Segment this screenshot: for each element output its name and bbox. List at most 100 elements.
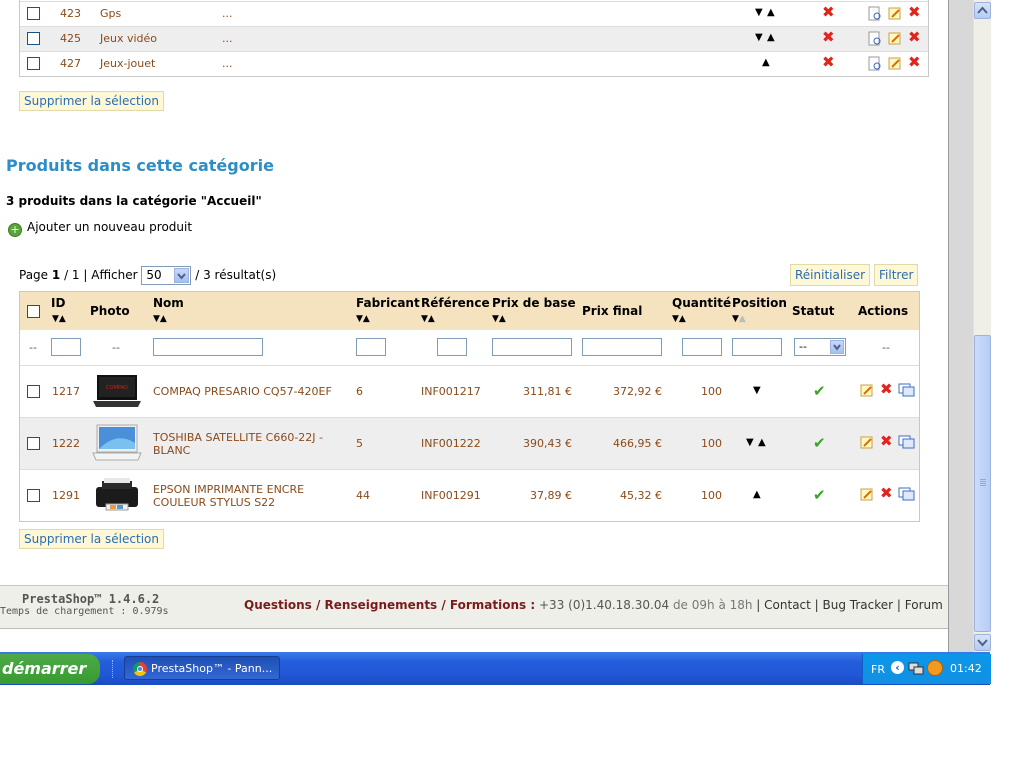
sort-icon[interactable]: ▼▲: [52, 314, 66, 324]
chevron-left-icon[interactable]: ‹: [891, 661, 904, 674]
table-row: 1291 EPSON IMPRIMANTE ENCRE COULEUR STYL…: [20, 470, 919, 521]
sort-icon[interactable]: ▼▲: [356, 314, 370, 324]
filter-quantity-input[interactable]: [682, 338, 722, 356]
language-indicator[interactable]: FR: [871, 663, 885, 676]
edit-icon[interactable]: [888, 31, 902, 46]
col-base-price: Prix de base: [492, 296, 576, 310]
delete-selection-button[interactable]: Supprimer la sélection: [19, 91, 164, 111]
scrollbar-thumb[interactable]: [974, 335, 991, 632]
move-up-icon[interactable]: ▲: [762, 57, 770, 68]
view-icon[interactable]: [868, 31, 882, 46]
row-checkbox[interactable]: [27, 437, 40, 450]
col-id: ID: [51, 296, 66, 310]
status-disabled-icon[interactable]: ✖: [822, 55, 835, 70]
select-all-checkbox[interactable]: [27, 305, 40, 318]
status-disabled-icon[interactable]: ✖: [822, 30, 835, 45]
edit-icon[interactable]: [888, 6, 902, 21]
view-icon[interactable]: [868, 56, 882, 71]
product-quantity: 100: [701, 437, 722, 450]
duplicate-icon[interactable]: [898, 435, 915, 450]
duplicate-icon[interactable]: [898, 487, 915, 502]
taskbar: démarrer PrestaShop™ - Pann... FR ‹ 01:4…: [0, 652, 991, 685]
sort-icon[interactable]: ▼▲: [492, 314, 506, 324]
duplicate-icon[interactable]: [898, 383, 915, 398]
contact-link[interactable]: Contact: [764, 598, 811, 612]
per-page-select[interactable]: 50: [141, 266, 192, 285]
edit-icon[interactable]: [860, 435, 874, 450]
filter-name-input[interactable]: [153, 338, 263, 356]
filter-manufacturer-input[interactable]: [356, 338, 386, 356]
category-desc: ...: [222, 7, 233, 20]
row-checkbox[interactable]: [27, 32, 40, 45]
scroll-down-button[interactable]: [974, 634, 991, 651]
category-id: 425: [60, 32, 81, 45]
category-desc: ...: [222, 57, 233, 70]
filter-placeholder: --: [29, 341, 37, 354]
sort-icon[interactable]: ▼▲: [421, 314, 435, 324]
delete-icon[interactable]: ✖: [880, 382, 893, 397]
footer-questions: Questions / Renseignements / Formations …: [244, 598, 536, 612]
scroll-up-button[interactable]: [974, 2, 991, 19]
table-row: 1217 COMPAQ COMPAQ PRESARIO CQ57-420EF 6…: [20, 366, 919, 418]
filter-reference-input[interactable]: [437, 338, 467, 356]
status-disabled-icon[interactable]: ✖: [822, 5, 835, 20]
network-icon[interactable]: [908, 660, 926, 676]
col-actions: Actions: [858, 304, 909, 318]
move-down-icon[interactable]: ▼: [746, 437, 754, 448]
move-up-icon[interactable]: ▲: [767, 32, 775, 43]
filter-placeholder: --: [882, 341, 890, 354]
row-checkbox[interactable]: [27, 57, 40, 70]
col-quantity: Quantité: [672, 296, 732, 310]
edit-icon[interactable]: [860, 487, 874, 502]
status-enabled-icon[interactable]: ✔: [813, 486, 826, 504]
move-up-icon[interactable]: ▲: [753, 489, 761, 500]
section-title: Produits dans cette catégorie: [6, 156, 274, 175]
status-enabled-icon[interactable]: ✔: [813, 434, 826, 452]
row-checkbox[interactable]: [27, 489, 40, 502]
filter-status-select[interactable]: --: [794, 338, 846, 356]
filter-row: -- -- -- --: [20, 330, 919, 366]
row-checkbox[interactable]: [27, 385, 40, 398]
sort-icon[interactable]: ▼▲: [153, 314, 167, 324]
product-base-price: 390,43 €: [523, 437, 572, 450]
delete-icon[interactable]: ✖: [908, 30, 921, 45]
forum-link[interactable]: Forum: [905, 598, 943, 612]
reset-button[interactable]: Réinitialiser: [790, 264, 871, 286]
system-tray: FR ‹ 01:42: [862, 654, 991, 684]
delete-icon[interactable]: ✖: [880, 486, 893, 501]
delete-selection-button[interactable]: Supprimer la sélection: [19, 529, 164, 549]
edit-icon[interactable]: [860, 383, 874, 398]
delete-icon[interactable]: ✖: [908, 55, 921, 70]
edit-icon[interactable]: [888, 56, 902, 71]
taskbar-task-chrome[interactable]: PrestaShop™ - Pann...: [124, 656, 280, 680]
move-up-icon[interactable]: ▲: [767, 7, 775, 18]
footer: PrestaShop™ 1.4.6.2 Temps de chargement …: [0, 585, 948, 629]
filter-button[interactable]: Filtrer: [874, 264, 919, 286]
footer-hours: de 09h à 18h: [672, 598, 753, 612]
status-enabled-icon[interactable]: ✔: [813, 382, 826, 400]
row-checkbox[interactable]: [27, 7, 40, 20]
move-down-icon[interactable]: ▼: [755, 7, 763, 18]
view-icon[interactable]: [868, 6, 882, 21]
bugtracker-link[interactable]: Bug Tracker: [823, 598, 894, 612]
start-button[interactable]: démarrer: [0, 654, 100, 684]
filter-final-price-input[interactable]: [582, 338, 662, 356]
delete-icon[interactable]: ✖: [880, 434, 893, 449]
table-header: ID ▼▲ Photo Nom ▼▲ Fabricant ▼▲ Référenc…: [20, 292, 919, 330]
filter-base-price-input[interactable]: [492, 338, 572, 356]
delete-icon[interactable]: ✖: [908, 5, 921, 20]
move-down-icon[interactable]: ▼: [755, 32, 763, 43]
filter-position-input[interactable]: [732, 338, 782, 356]
move-up-icon[interactable]: ▲: [758, 437, 766, 448]
filter-id-input[interactable]: [51, 338, 81, 356]
product-manufacturer: 5: [356, 437, 363, 450]
app-tray-icon[interactable]: [927, 660, 943, 676]
vertical-scrollbar[interactable]: [973, 0, 991, 652]
sort-icon[interactable]: ▼▲: [672, 314, 686, 324]
move-down-icon[interactable]: ▼: [753, 385, 761, 396]
task-label: PrestaShop™ - Pann...: [151, 662, 273, 675]
add-product-link[interactable]: + Ajouter un nouveau produit: [8, 220, 192, 237]
sort-icon[interactable]: ▼▲: [732, 314, 746, 324]
category-name: Jeux-jouet: [100, 57, 156, 70]
status-select-value: --: [799, 340, 807, 353]
